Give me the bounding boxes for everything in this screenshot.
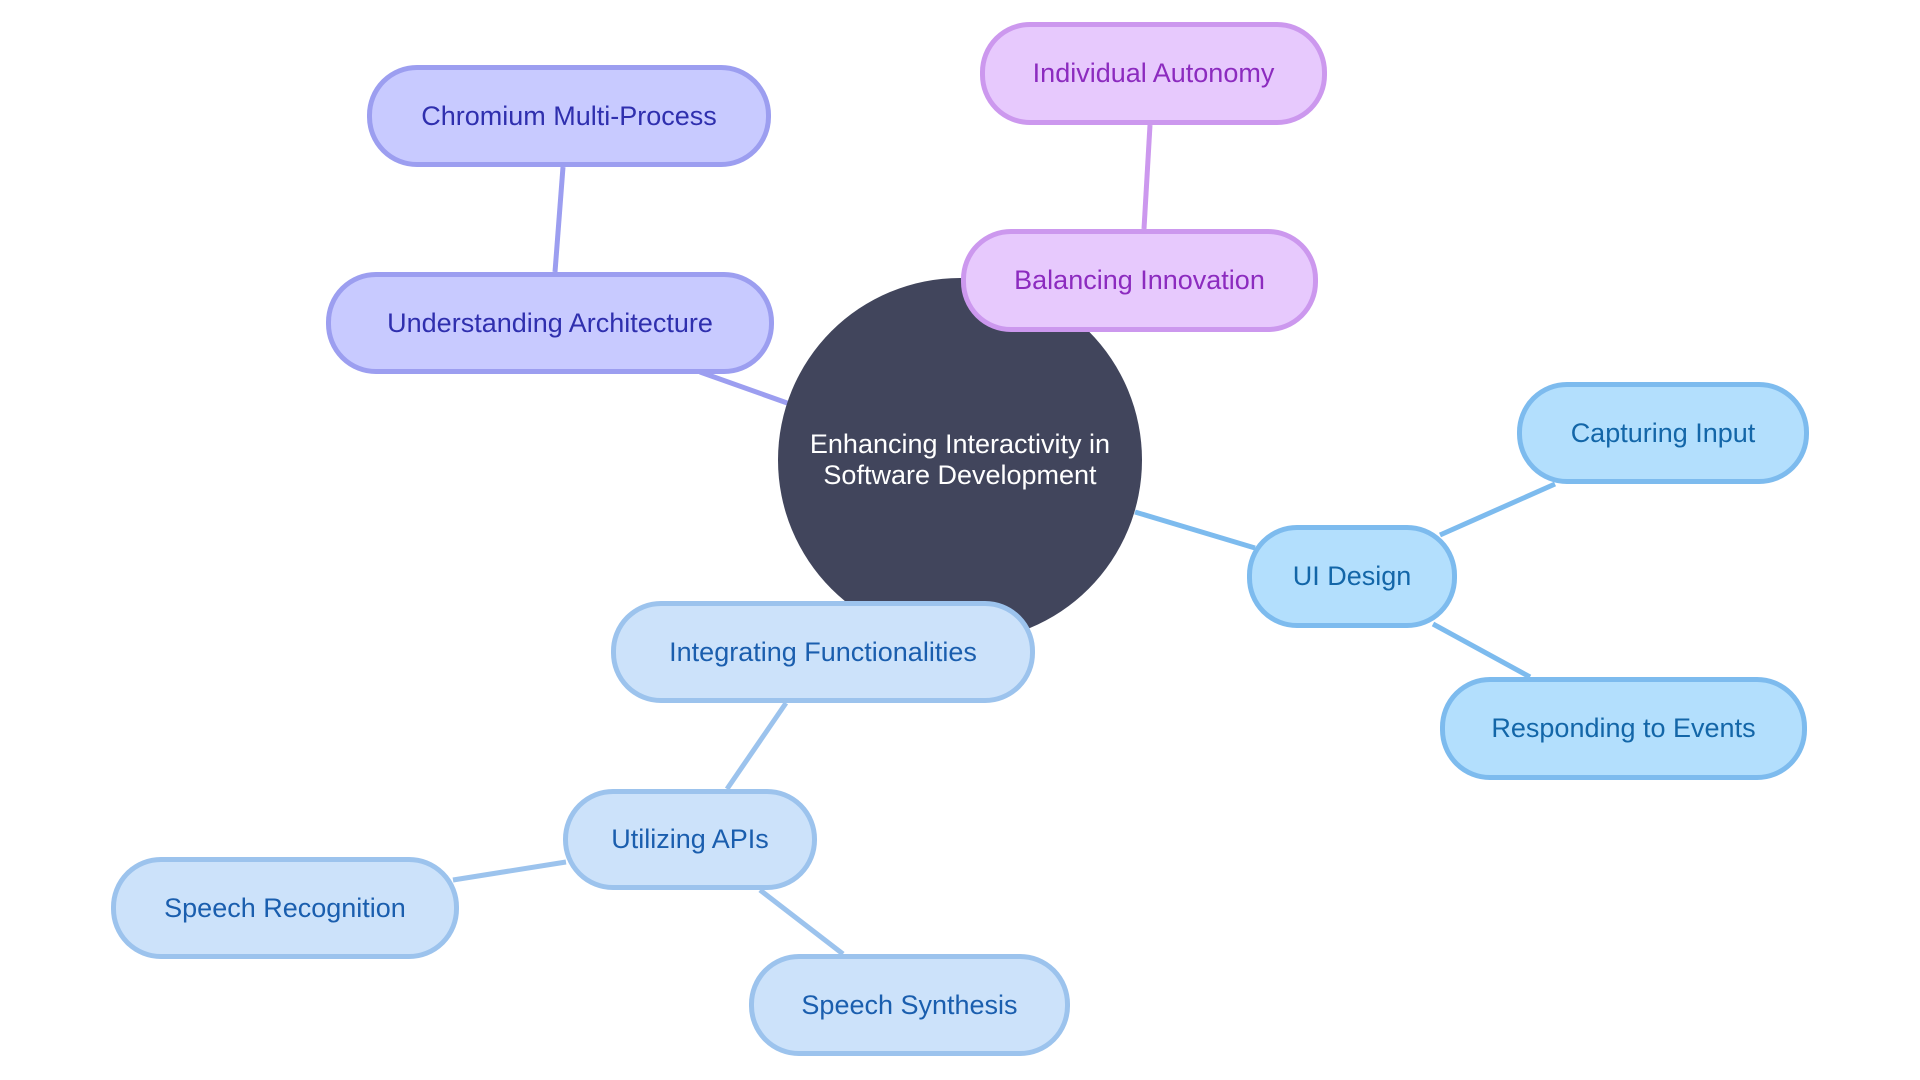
node-label: Chromium Multi-Process (421, 100, 717, 131)
node-label: Utilizing APIs (611, 824, 769, 854)
root-label-line1: Enhancing Interactivity in (809, 429, 1111, 459)
node-chromium-multi-process[interactable]: Chromium Multi-Process (367, 65, 771, 167)
node-integrating-functionalities[interactable]: Integrating Functionalities (611, 601, 1035, 703)
node-ui-design[interactable]: UI Design (1247, 525, 1457, 628)
node-label: Balancing Innovation (1014, 265, 1265, 295)
node-individual-autonomy[interactable]: Individual Autonomy (980, 22, 1327, 125)
edge-apis-recog (452, 859, 567, 883)
node-speech-synthesis[interactable]: Speech Synthesis (749, 954, 1070, 1056)
node-capturing-input[interactable]: Capturing Input (1517, 382, 1809, 484)
edge-integrate-apis (724, 701, 789, 791)
node-understanding-architecture[interactable]: Understanding Architecture (326, 272, 774, 374)
edge-root-arch (699, 369, 791, 407)
root-label-line2: Software Development (823, 460, 1097, 490)
node-label: Speech Synthesis (801, 989, 1018, 1020)
edge-ui-respond (1431, 621, 1532, 680)
node-label: Speech Recognition (164, 892, 406, 923)
node-label: Understanding Architecture (387, 307, 713, 338)
node-balancing-innovation[interactable]: Balancing Innovation (961, 229, 1318, 332)
node-speech-recognition[interactable]: Speech Recognition (111, 857, 459, 959)
edge-apis-synth (758, 888, 845, 956)
node-responding-to-events[interactable]: Responding to Events (1440, 677, 1807, 780)
edge-arch-chromium (552, 166, 566, 273)
edge-ui-capture (1438, 481, 1557, 538)
node-label: Individual Autonomy (1032, 58, 1275, 88)
node-label: UI Design (1292, 561, 1412, 591)
node-label: Integrating Functionalities (669, 636, 977, 667)
node-label: Responding to Events (1491, 713, 1756, 743)
edge-balance-autonomy (1141, 124, 1153, 230)
node-utilizing-apis[interactable]: Utilizing APIs (563, 789, 817, 890)
root-node[interactable]: Enhancing Interactivity in Software Deve… (778, 278, 1142, 642)
node-label: Capturing Input (1570, 417, 1756, 448)
edge-root-ui (1134, 509, 1256, 551)
